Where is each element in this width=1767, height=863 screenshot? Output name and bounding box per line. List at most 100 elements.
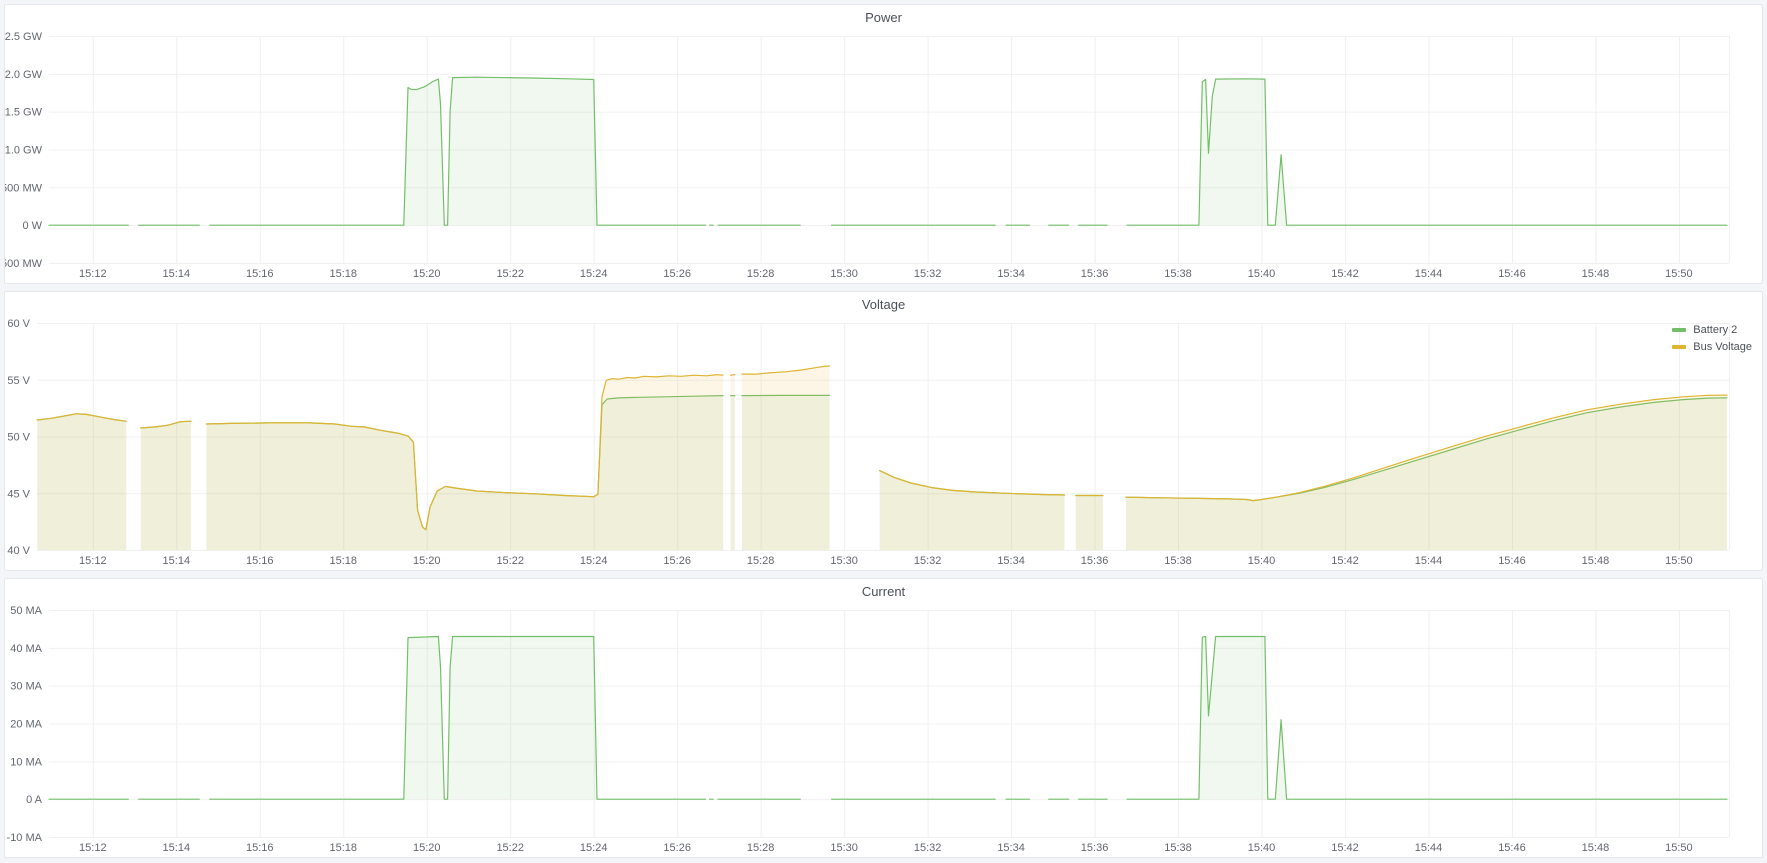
svg-text:15:38: 15:38 [1164, 842, 1192, 854]
legend-label-bus-voltage: Bus Voltage [1693, 341, 1752, 353]
svg-text:15:14: 15:14 [163, 842, 191, 854]
svg-text:1.5 GW: 1.5 GW [5, 107, 43, 119]
svg-text:40 V: 40 V [7, 545, 30, 557]
svg-text:15:16: 15:16 [246, 268, 274, 280]
svg-text:-10 MA: -10 MA [7, 832, 43, 844]
svg-text:15:44: 15:44 [1415, 842, 1443, 854]
svg-text:15:32: 15:32 [914, 555, 942, 567]
svg-text:0 A: 0 A [26, 794, 43, 806]
svg-text:15:38: 15:38 [1164, 555, 1192, 567]
svg-text:-500 MW: -500 MW [5, 258, 43, 270]
svg-text:15:16: 15:16 [246, 555, 274, 567]
x-axis-labels: 15:12 15:14 15:16 15:18 15:20 15:22 15:24 15:26… [79, 842, 1693, 854]
panel-title-voltage[interactable]: Voltage [5, 292, 1762, 318]
svg-text:15:40: 15:40 [1248, 268, 1276, 280]
x-axis-labels: 15:1215:1415:1615:1815:2015:2215:2415:26… [79, 555, 1693, 567]
svg-text:15:42: 15:42 [1331, 842, 1359, 854]
svg-text:15:24: 15:24 [580, 268, 608, 280]
svg-text:15:40: 15:40 [1248, 555, 1276, 567]
svg-text:15:22: 15:22 [496, 555, 524, 567]
svg-text:15:30: 15:30 [830, 555, 858, 567]
svg-text:45 V: 45 V [7, 488, 30, 500]
svg-text:15:34: 15:34 [997, 842, 1025, 854]
svg-text:60 V: 60 V [7, 318, 30, 330]
svg-text:15:30: 15:30 [830, 268, 858, 280]
svg-text:15:24: 15:24 [580, 555, 608, 567]
svg-text:15:48: 15:48 [1582, 555, 1610, 567]
svg-text:20 MA: 20 MA [10, 719, 42, 731]
panel-current: Current 50 MA40 MA30 MA20 MA10 MA0 A-10 … [4, 578, 1763, 858]
svg-text:50 V: 50 V [7, 432, 30, 444]
svg-text:15:26: 15:26 [663, 268, 691, 280]
svg-text:15:28: 15:28 [747, 842, 775, 854]
panel-voltage: Voltage 60 V55 V50 V45 V40 V15:1215:1415… [4, 291, 1763, 571]
svg-text:15:34: 15:34 [997, 268, 1025, 280]
gridlines [49, 36, 1730, 264]
svg-text:15:28: 15:28 [747, 555, 775, 567]
svg-text:40 MA: 40 MA [10, 643, 42, 655]
svg-text:15:50: 15:50 [1665, 555, 1693, 567]
dashboard: Power 2.5 GW2.0 GW1.5 GW1.0 GW500 MW0 W-… [0, 0, 1767, 863]
svg-text:15:30: 15:30 [830, 842, 858, 854]
svg-text:15:42: 15:42 [1331, 555, 1359, 567]
svg-text:15:50: 15:50 [1665, 268, 1693, 280]
svg-text:15:36: 15:36 [1081, 555, 1109, 567]
svg-text:50 MA: 50 MA [10, 605, 42, 617]
svg-text:15:20: 15:20 [413, 268, 441, 280]
svg-text:55 V: 55 V [7, 375, 30, 387]
svg-text:15:16: 15:16 [246, 842, 274, 854]
svg-text:15:12: 15:12 [79, 268, 107, 280]
svg-text:15:46: 15:46 [1498, 555, 1526, 567]
svg-text:15:28: 15:28 [747, 268, 775, 280]
svg-text:30 MA: 30 MA [10, 681, 42, 693]
legend-item-bus-voltage[interactable]: Bus Voltage [1672, 339, 1752, 354]
svg-text:15:14: 15:14 [163, 268, 191, 280]
svg-text:15:44: 15:44 [1415, 268, 1443, 280]
svg-text:15:14: 15:14 [163, 555, 191, 567]
svg-text:15:40: 15:40 [1248, 842, 1276, 854]
gridlines [49, 610, 1730, 838]
svg-text:15:42: 15:42 [1331, 268, 1359, 280]
svg-text:15:26: 15:26 [663, 842, 691, 854]
svg-text:15:12: 15:12 [79, 842, 107, 854]
svg-text:15:34: 15:34 [997, 555, 1025, 567]
svg-text:15:18: 15:18 [329, 268, 357, 280]
svg-text:15:48: 15:48 [1582, 268, 1610, 280]
svg-text:15:38: 15:38 [1164, 268, 1192, 280]
svg-text:15:18: 15:18 [329, 842, 357, 854]
voltage-chart-svg[interactable]: 60 V55 V50 V45 V40 V15:1215:1415:1615:18… [5, 318, 1762, 570]
svg-text:15:18: 15:18 [329, 555, 357, 567]
y-axis-labels: 2.5 GW2.0 GW1.5 GW1.0 GW500 MW0 W-500 MW [5, 31, 43, 270]
svg-text:15:20: 15:20 [413, 555, 441, 567]
svg-text:15:48: 15:48 [1582, 842, 1610, 854]
svg-text:2.0 GW: 2.0 GW [5, 69, 43, 81]
panel-title-current[interactable]: Current [5, 579, 1762, 605]
legend-label-battery-2: Battery 2 [1693, 324, 1737, 336]
series-area-power [49, 77, 1727, 225]
svg-text:500 MW: 500 MW [5, 182, 43, 194]
series-area-bus-voltage [37, 366, 1727, 550]
legend-item-battery-2[interactable]: Battery 2 [1672, 322, 1752, 337]
svg-text:15:22: 15:22 [496, 268, 524, 280]
y-axis-labels: 50 MA40 MA30 MA20 MA10 MA0 A-10 MA [7, 605, 43, 844]
svg-text:15:32: 15:32 [914, 842, 942, 854]
svg-text:15:22: 15:22 [496, 842, 524, 854]
svg-text:15:50: 15:50 [1665, 842, 1693, 854]
svg-text:15:20: 15:20 [413, 842, 441, 854]
svg-text:15:26: 15:26 [663, 555, 691, 567]
series-line-current [49, 637, 1727, 800]
y-axis-labels: 60 V 55 V 50 V 45 V 40 V [7, 318, 30, 557]
bus-voltage-series-swatch-icon [1672, 345, 1686, 349]
svg-text:1.0 GW: 1.0 GW [5, 145, 43, 157]
svg-text:15:46: 15:46 [1498, 842, 1526, 854]
svg-text:15:36: 15:36 [1081, 268, 1109, 280]
svg-text:15:36: 15:36 [1081, 842, 1109, 854]
panel-title-power[interactable]: Power [5, 5, 1762, 31]
power-chart-svg[interactable]: 2.5 GW2.0 GW1.5 GW1.0 GW500 MW0 W-500 MW… [5, 31, 1762, 283]
svg-text:15:24: 15:24 [580, 842, 608, 854]
svg-text:15:32: 15:32 [914, 268, 942, 280]
svg-text:2.5 GW: 2.5 GW [5, 31, 43, 43]
current-chart-svg[interactable]: 50 MA40 MA30 MA20 MA10 MA0 A-10 MA15:121… [5, 605, 1762, 857]
voltage-legend: Battery 2 Bus Voltage [1672, 322, 1752, 354]
battery-2-series-swatch-icon [1672, 328, 1686, 332]
